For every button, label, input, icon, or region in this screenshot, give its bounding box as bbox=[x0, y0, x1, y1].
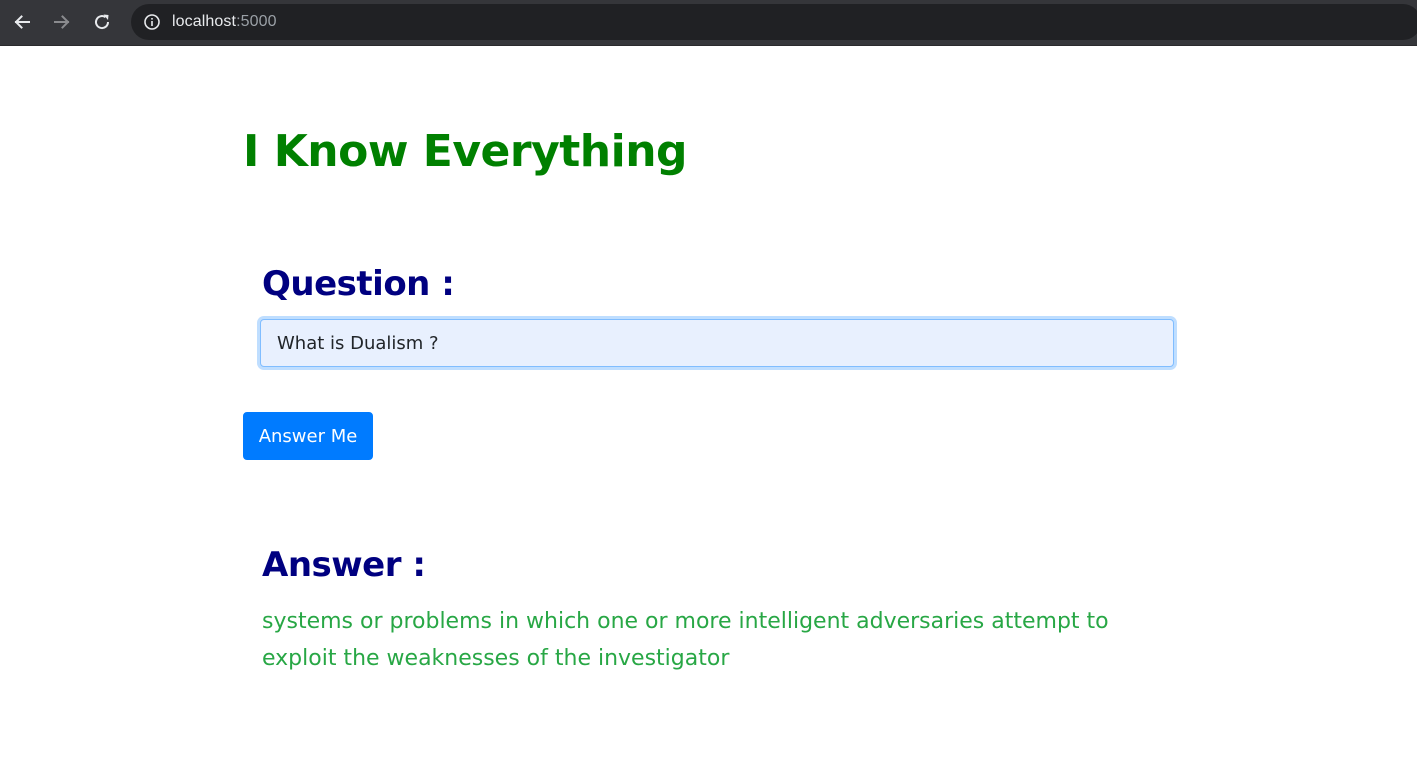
forward-button[interactable] bbox=[49, 9, 75, 35]
forward-arrow-icon bbox=[54, 15, 70, 29]
answer-me-button[interactable]: Answer Me bbox=[243, 412, 373, 460]
reload-icon bbox=[95, 14, 110, 30]
back-arrow-icon bbox=[14, 15, 30, 29]
info-icon[interactable] bbox=[143, 13, 161, 31]
page-title: I Know Everything bbox=[243, 126, 688, 177]
url-host: localhost bbox=[172, 13, 237, 30]
back-button[interactable] bbox=[9, 9, 35, 35]
answer-heading: Answer : bbox=[262, 545, 426, 585]
question-input[interactable] bbox=[260, 319, 1174, 367]
question-heading: Question : bbox=[262, 264, 455, 304]
answer-text: systems or problems in which one or more… bbox=[262, 609, 1109, 671]
url-port: :5000 bbox=[236, 13, 277, 30]
browser-toolbar: localhost:5000 bbox=[0, 0, 1417, 46]
url-text: localhost:5000 bbox=[172, 13, 277, 31]
reload-button[interactable] bbox=[89, 9, 115, 35]
address-bar[interactable]: localhost:5000 bbox=[131, 4, 1417, 40]
